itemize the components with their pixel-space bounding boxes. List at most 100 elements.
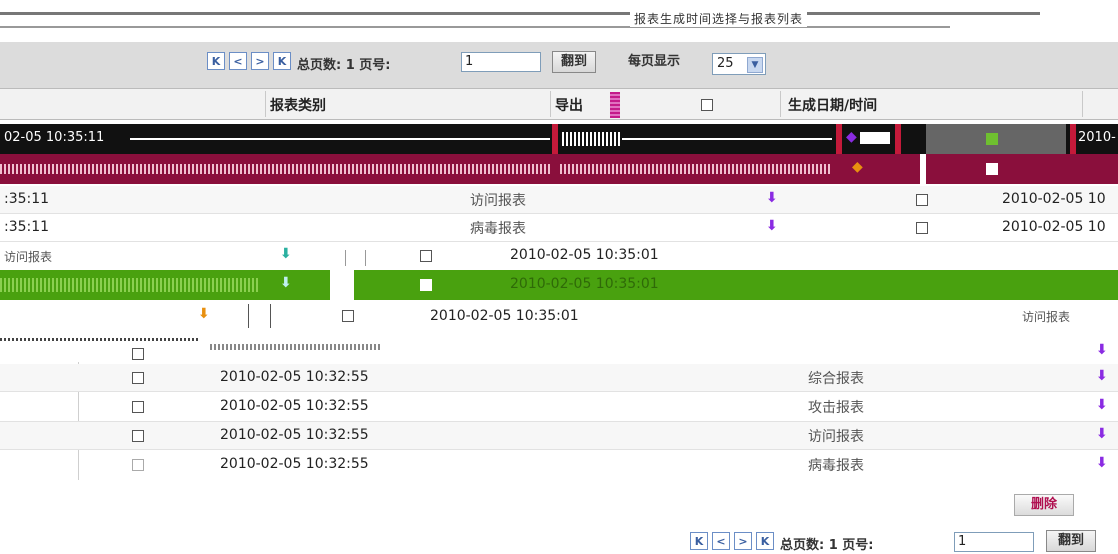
goto-page-button-bottom[interactable]: 翻到 <box>1046 530 1096 552</box>
row-checkbox[interactable] <box>420 279 432 291</box>
total-pages-label: 总页数: 1 页号: <box>297 58 391 73</box>
row-checkbox[interactable] <box>916 222 928 234</box>
row-date: 2010-02-05 10:32:55 <box>220 456 369 472</box>
page-number-input[interactable]: 1 <box>461 52 541 72</box>
header-export[interactable]: 导出 <box>555 95 583 115</box>
row-report-type[interactable]: 病毒报表 <box>808 455 864 475</box>
row-checkbox[interactable] <box>132 348 144 360</box>
download-icon[interactable]: ⬇ <box>280 246 292 262</box>
row-marker <box>552 124 558 154</box>
page-number-input-bottom[interactable]: 1 <box>954 532 1034 552</box>
delete-button[interactable]: 删除 <box>1014 494 1074 516</box>
last-page-button-bottom[interactable]: K <box>756 532 774 550</box>
table-row[interactable]: 2010-02-05 10:32:55 访问报表 ⬇ <box>0 422 1118 450</box>
table-row[interactable]: 2010-02-05 10:32:55 综合报表 ⬇ <box>0 364 1118 392</box>
next-page-button[interactable]: > <box>251 52 269 70</box>
row-type-glitch <box>562 132 622 146</box>
prev-page-button[interactable]: < <box>229 52 247 70</box>
row-date: 2010-02-05 10:35:01 <box>510 247 659 263</box>
next-page-button-bottom[interactable]: > <box>734 532 752 550</box>
row-fill <box>860 132 890 144</box>
table-row[interactable]: ⬇ <box>0 334 1118 362</box>
table-row[interactable]: 2010-02-05 10:32:55 攻击报表 ⬇ <box>0 392 1118 422</box>
download-icon[interactable]: ◆ <box>852 159 863 175</box>
download-icon[interactable]: ⬇ <box>280 275 292 291</box>
row-checkbox[interactable] <box>132 372 144 384</box>
row-marker <box>920 154 926 184</box>
row-glitch <box>210 344 380 350</box>
row-glitch <box>560 164 830 174</box>
table-row[interactable]: 2010-02-05 10:32:55 病毒报表 ⬇ <box>0 450 1118 480</box>
row-gap <box>330 270 354 300</box>
row-checkbox[interactable] <box>132 401 144 413</box>
row-marker <box>1070 124 1076 154</box>
row-divider <box>622 138 832 140</box>
row-checkbox[interactable] <box>916 194 928 206</box>
row-report-type[interactable]: 攻击报表 <box>808 397 864 417</box>
row-report-type[interactable]: 访问报表 <box>470 190 526 210</box>
row-date: 2010-02-05 10:35:01 <box>510 276 659 292</box>
row-date: 2010-02-05 10:35:01 <box>430 308 579 324</box>
title-rule-secondary <box>0 26 950 28</box>
download-icon[interactable]: ⬇ <box>1096 368 1108 384</box>
table-row[interactable]: :35:11 病毒报表 ⬇ 2010-02-05 10 <box>0 214 1118 242</box>
column-divider <box>248 304 249 328</box>
download-icon[interactable]: ⬇ <box>198 306 210 322</box>
row-time: :35:11 <box>4 219 50 235</box>
table-row[interactable]: ⬇ 2010-02-05 10:35:01 <box>0 270 1118 300</box>
header-divider <box>780 91 781 117</box>
row-report-type[interactable]: 访问报表 <box>1022 308 1070 325</box>
column-divider <box>345 250 346 266</box>
goto-page-button[interactable]: 翻到 <box>552 51 596 73</box>
page-title: 报表生成时间选择与报表列表 <box>630 10 808 27</box>
row-report-type[interactable]: 病毒报表 <box>470 218 526 238</box>
row-report-type[interactable]: 访问报表 <box>4 248 52 265</box>
table-row[interactable]: ⬇ 2010-02-05 10:35:01 访问报表 <box>0 300 1118 334</box>
download-icon[interactable]: ⬇ <box>1096 342 1108 358</box>
header-report-type[interactable]: 报表类别 <box>270 95 326 115</box>
header-divider <box>550 91 551 117</box>
edit-icon[interactable] <box>986 133 998 145</box>
table-row[interactable]: ◆ <box>0 154 1118 184</box>
row-checkbox[interactable] <box>132 430 144 442</box>
total-pages-label-bottom: 总页数: 1 页号: <box>780 538 874 553</box>
row-checkbox[interactable] <box>420 250 432 262</box>
per-page-select[interactable]: 25 ▼ <box>712 53 766 75</box>
column-divider <box>270 304 271 328</box>
row-date: 2010-02-05 10:32:55 <box>220 398 369 414</box>
download-icon[interactable]: ⬇ <box>1096 426 1108 442</box>
first-page-button-bottom[interactable]: K <box>690 532 708 550</box>
download-icon[interactable]: ◆ <box>846 129 857 145</box>
per-page-value: 25 <box>717 56 734 71</box>
table-row[interactable]: 02-05 10:35:11 ◆ 2010- <box>0 124 1118 154</box>
row-glitch <box>0 278 260 292</box>
chevron-down-icon[interactable]: ▼ <box>747 57 763 73</box>
prev-page-button-bottom[interactable]: < <box>712 532 730 550</box>
row-time: :35:11 <box>4 191 50 207</box>
download-icon[interactable]: ⬇ <box>766 218 778 234</box>
edit-icon[interactable] <box>986 163 998 175</box>
row-glitch <box>0 338 200 341</box>
column-resize-handle[interactable] <box>610 92 620 118</box>
row-marker <box>836 124 842 154</box>
pagination-toolbar: K < > K 总页数: 1 页号: 1 翻到 每页显示 25 ▼ <box>0 42 1118 88</box>
first-page-button[interactable]: K <box>207 52 225 70</box>
select-all-checkbox[interactable] <box>701 99 713 111</box>
row-report-type[interactable]: 综合报表 <box>808 368 864 388</box>
column-divider <box>365 250 366 266</box>
row-date: 2010-02-05 10 <box>1002 219 1106 235</box>
table-header: 报表类别 导出 生成日期/时间 <box>0 88 1118 120</box>
row-date: 2010- <box>1078 130 1116 145</box>
row-date: 2010-02-05 10:32:55 <box>220 427 369 443</box>
table-row[interactable]: :35:11 访问报表 ⬇ 2010-02-05 10 <box>0 186 1118 214</box>
row-checkbox[interactable] <box>342 310 354 322</box>
table-row[interactable]: 访问报表 ⬇ 2010-02-05 10:35:01 <box>0 244 1118 270</box>
row-report-type[interactable]: 访问报表 <box>808 426 864 446</box>
download-icon[interactable]: ⬇ <box>1096 455 1108 471</box>
download-icon[interactable]: ⬇ <box>1096 397 1108 413</box>
header-generated-datetime[interactable]: 生成日期/时间 <box>788 95 877 115</box>
download-icon[interactable]: ⬇ <box>766 190 778 206</box>
last-page-button[interactable]: K <box>273 52 291 70</box>
header-divider <box>1082 91 1083 117</box>
row-checkbox[interactable] <box>132 459 144 471</box>
